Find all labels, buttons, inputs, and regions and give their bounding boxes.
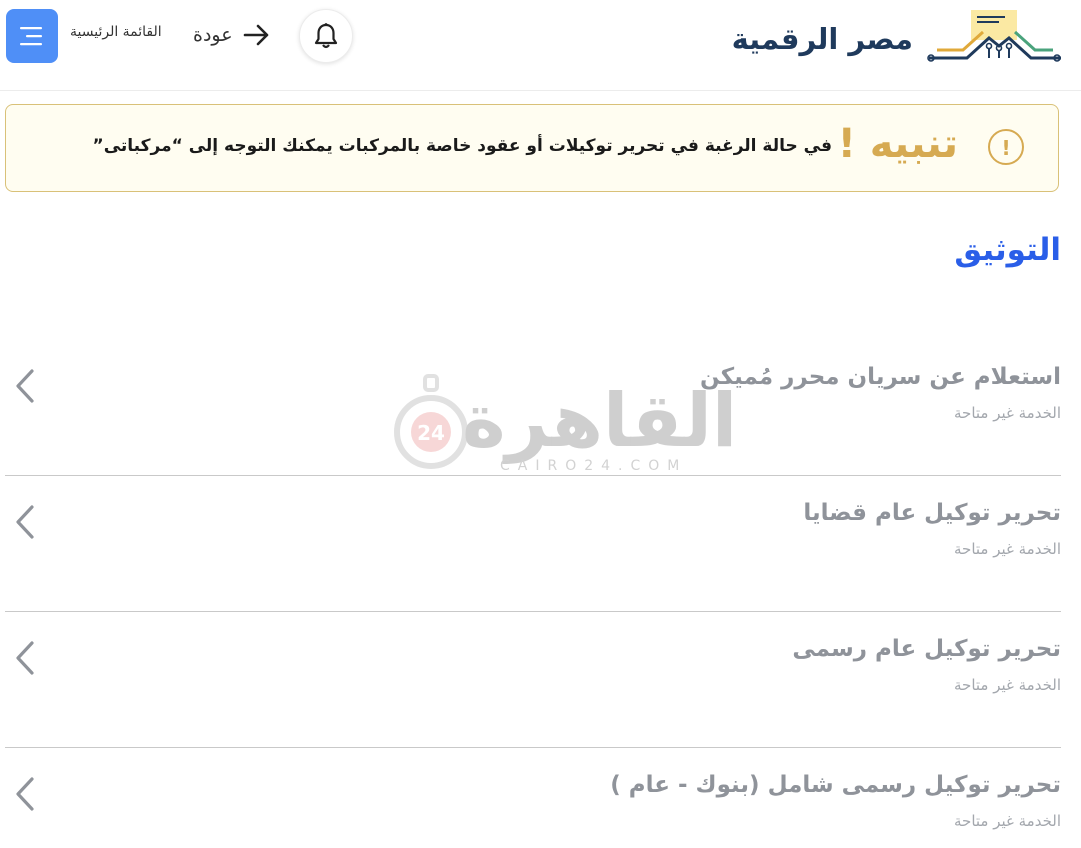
back-button[interactable]: عودة [193, 18, 271, 52]
logo-text: مصر الرقمية [731, 22, 913, 56]
chevron-left-icon[interactable] [13, 368, 37, 404]
exclamation-circle-icon: ! [988, 129, 1024, 165]
service-title: تحرير توكيل عام رسمى [792, 636, 1061, 662]
service-item[interactable]: استعلام عن سريان محرر مُميكن الخدمة غير … [5, 340, 1061, 476]
service-item[interactable]: تحرير توكيل عام قضايا الخدمة غير متاحة [5, 476, 1061, 612]
service-item[interactable]: تحرير توكيل عام رسمى الخدمة غير متاحة [5, 612, 1061, 748]
bell-icon [314, 23, 338, 49]
back-label: عودة [193, 24, 233, 46]
service-title: تحرير توكيل رسمى شامل (بنوك - عام ) [610, 772, 1061, 798]
service-list: استعلام عن سريان محرر مُميكن الخدمة غير … [5, 340, 1061, 848]
home-link[interactable]: القائمة الرئيسية [70, 24, 162, 40]
service-title: استعلام عن سريان محرر مُميكن [700, 364, 1061, 390]
service-status: الخدمة غير متاحة [954, 540, 1061, 558]
service-title: تحرير توكيل عام قضايا [803, 500, 1061, 526]
service-status: الخدمة غير متاحة [954, 812, 1061, 830]
notifications-button[interactable] [299, 9, 353, 63]
alert-message: في حالة الرغبة في تحرير توكيلات أو عقود … [92, 136, 832, 156]
service-status: الخدمة غير متاحة [954, 676, 1061, 694]
alert-banner: ! تنبيه ! في حالة الرغبة في تحرير توكيلا… [5, 104, 1059, 192]
alert-title: تنبيه ! [837, 121, 958, 167]
menu-icon [20, 27, 42, 46]
chevron-left-icon[interactable] [13, 640, 37, 676]
service-status: الخدمة غير متاحة [954, 404, 1061, 422]
chevron-left-icon[interactable] [13, 504, 37, 540]
service-item[interactable]: تحرير توكيل رسمى شامل (بنوك - عام ) الخد… [5, 748, 1061, 848]
menu-button[interactable] [6, 9, 58, 63]
digital-egypt-logo-icon [927, 10, 1061, 62]
page: القائمة الرئيسية عودة مصر الرقمية ! تنبي… [0, 0, 1081, 848]
top-header: القائمة الرئيسية عودة مصر الرقمية [0, 0, 1081, 91]
arrow-right-icon [243, 24, 268, 46]
chevron-left-icon[interactable] [13, 776, 37, 812]
section-title: التوثيق [954, 232, 1061, 268]
